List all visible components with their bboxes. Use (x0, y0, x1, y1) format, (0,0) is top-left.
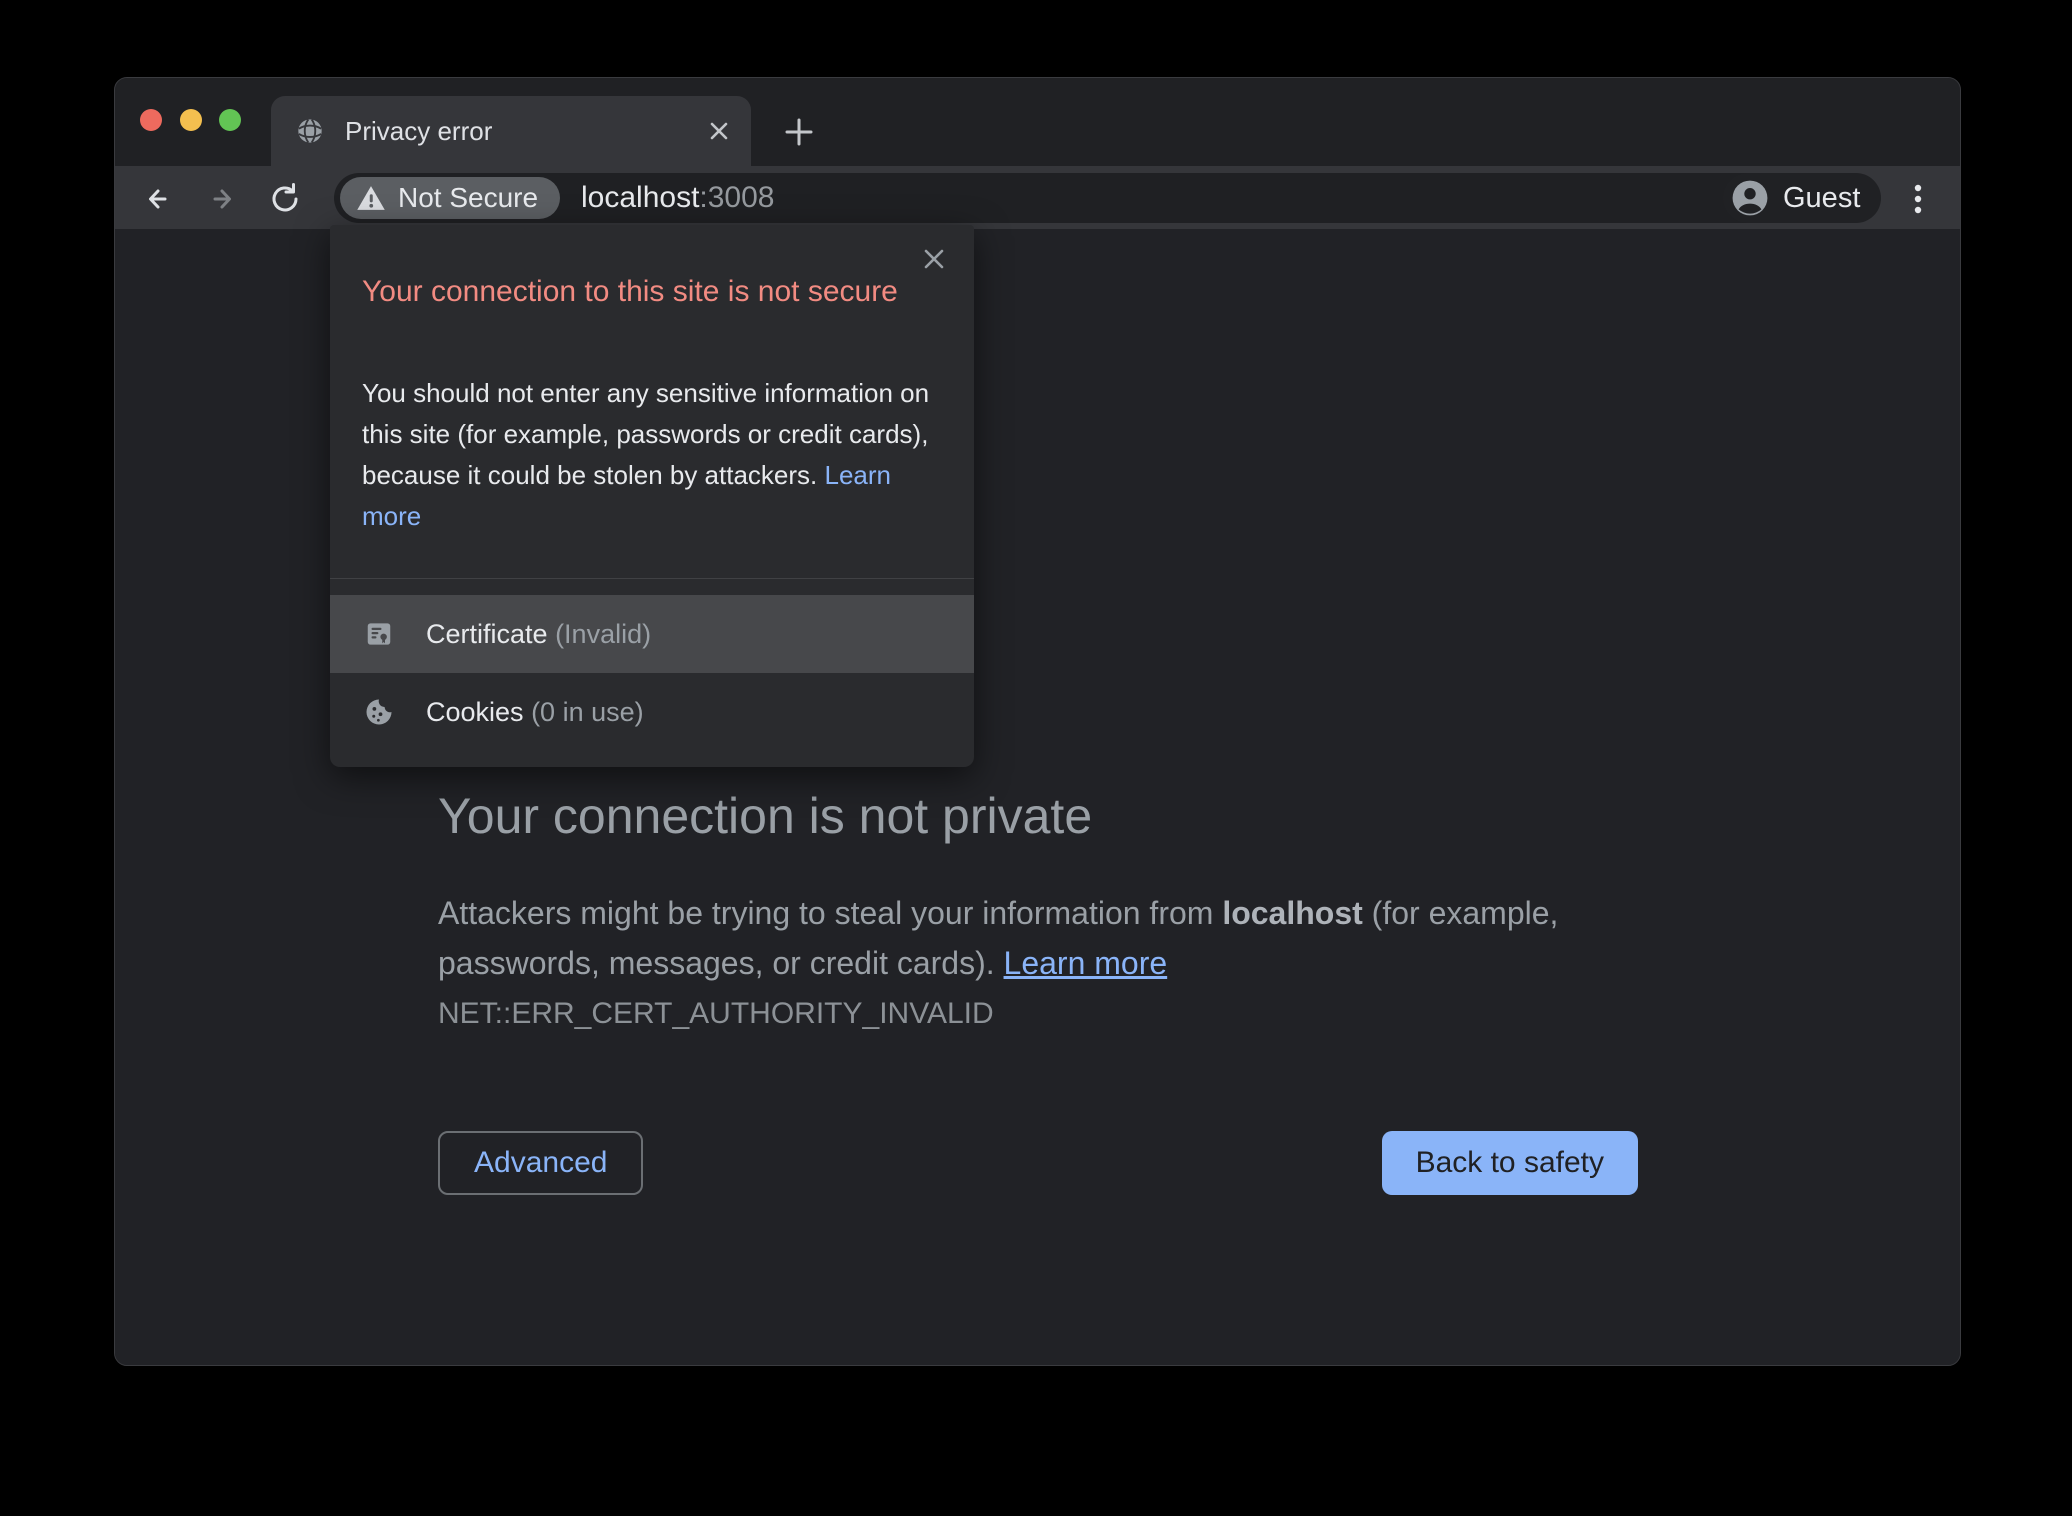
certificate-menu-item[interactable]: Certificate (Invalid) (330, 595, 974, 673)
globe-icon (296, 117, 324, 145)
page-description-prefix: Attackers might be trying to steal your … (438, 895, 1222, 931)
three-dot-menu-icon[interactable] (1898, 177, 1938, 221)
cookies-label: Cookies (426, 697, 524, 727)
profile-button[interactable]: Guest (1723, 173, 1881, 223)
cookies-status: (0 in use) (531, 697, 644, 727)
button-row: Advanced Back to safety (438, 1131, 1638, 1195)
back-to-safety-button[interactable]: Back to safety (1382, 1131, 1638, 1195)
site-security-popup: Your connection to this site is not secu… (330, 225, 974, 767)
popup-body: You should not enter any sensitive infor… (362, 373, 954, 537)
page-description-host: localhost (1222, 895, 1362, 931)
page-title: Your connection is not private (438, 785, 1638, 847)
cookies-menu-item[interactable]: Cookies (0 in use) (330, 673, 974, 751)
popup-divider (330, 578, 974, 579)
certificate-icon (364, 619, 394, 649)
tab-title: Privacy error (345, 96, 492, 166)
certificate-status: (Invalid) (555, 619, 651, 649)
forward-icon[interactable] (201, 179, 241, 219)
desktop-background: Privacy error (0, 0, 2072, 1516)
advanced-button[interactable]: Advanced (438, 1131, 643, 1195)
window-minimize-button[interactable] (180, 109, 202, 131)
toolbar: Not Secure localhost:3008 Guest (115, 166, 1960, 229)
warning-triangle-icon (356, 184, 386, 212)
profile-label: Guest (1783, 182, 1860, 215)
avatar-icon (1731, 179, 1769, 217)
page-description: Attackers might be trying to steal your … (438, 888, 1648, 988)
cookies-row-text: Cookies (0 in use) (426, 697, 644, 728)
tab-strip: Privacy error (115, 78, 1960, 166)
cookie-icon (364, 697, 394, 727)
tab-close-icon[interactable] (703, 115, 735, 147)
browser-window: Privacy error (114, 77, 1961, 1366)
page-learn-more-link[interactable]: Learn more (1004, 945, 1168, 981)
tab-privacy-error[interactable]: Privacy error (271, 96, 751, 166)
new-tab-icon[interactable] (777, 110, 821, 154)
window-zoom-button[interactable] (219, 109, 241, 131)
certificate-label: Certificate (426, 619, 548, 649)
error-code: NET::ERR_CERT_AUTHORITY_INVALID (438, 997, 994, 1031)
url-port: :3008 (699, 181, 774, 214)
url-host: localhost (581, 181, 699, 214)
address-bar[interactable]: Not Secure localhost:3008 (334, 173, 1821, 223)
not-secure-chip[interactable]: Not Secure (340, 177, 560, 219)
window-close-button[interactable] (140, 109, 162, 131)
popup-heading: Your connection to this site is not secu… (362, 265, 922, 319)
back-icon[interactable] (139, 179, 179, 219)
url-text: localhost:3008 (581, 173, 774, 223)
not-secure-label: Not Secure (398, 182, 538, 214)
certificate-row-text: Certificate (Invalid) (426, 619, 651, 650)
reload-icon[interactable] (265, 179, 305, 219)
